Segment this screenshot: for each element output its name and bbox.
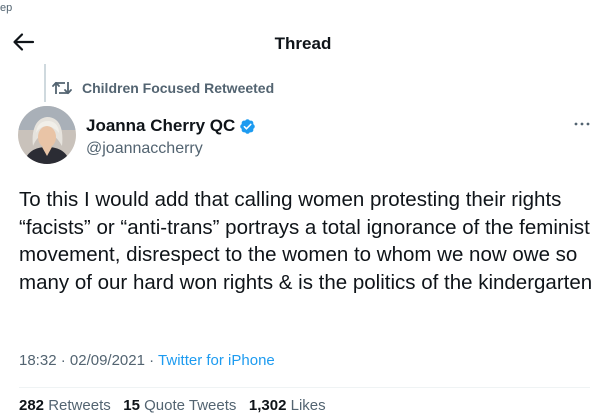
tweet-text: To this I would add that calling women p… <box>19 188 596 294</box>
retweet-context[interactable]: Children Focused Retweeted <box>52 78 274 98</box>
top-edge-text: ep <box>0 2 13 14</box>
retweet-icon <box>52 81 72 95</box>
avatar[interactable] <box>18 106 76 164</box>
retweet-label: Children Focused Retweeted <box>82 80 275 96</box>
tweet-date[interactable]: 02/09/2021 <box>70 352 145 369</box>
meta-separator: · <box>144 352 159 369</box>
divider <box>19 387 590 388</box>
author-handle[interactable]: @joannaccherry <box>86 140 256 158</box>
meta-separator: · <box>56 352 70 369</box>
verified-badge-icon <box>240 118 256 134</box>
thread-header: Thread <box>0 22 600 62</box>
tweet-source-link[interactable]: Twitter for iPhone <box>158 352 275 369</box>
thread-connector-line <box>44 64 46 102</box>
author-name[interactable]: Joanna Cherry QC <box>86 116 235 136</box>
tweet-time[interactable]: 18:32 <box>19 352 57 369</box>
avatar-image <box>18 106 76 164</box>
more-options-button[interactable] <box>572 116 592 132</box>
more-options-icon <box>574 122 590 126</box>
page-title: Thread <box>274 34 332 53</box>
tweet-meta: 18:32 · 02/09/2021 · Twitter for iPhone <box>19 352 275 369</box>
author-block: Joanna Cherry QC @joannaccherry <box>86 115 256 158</box>
